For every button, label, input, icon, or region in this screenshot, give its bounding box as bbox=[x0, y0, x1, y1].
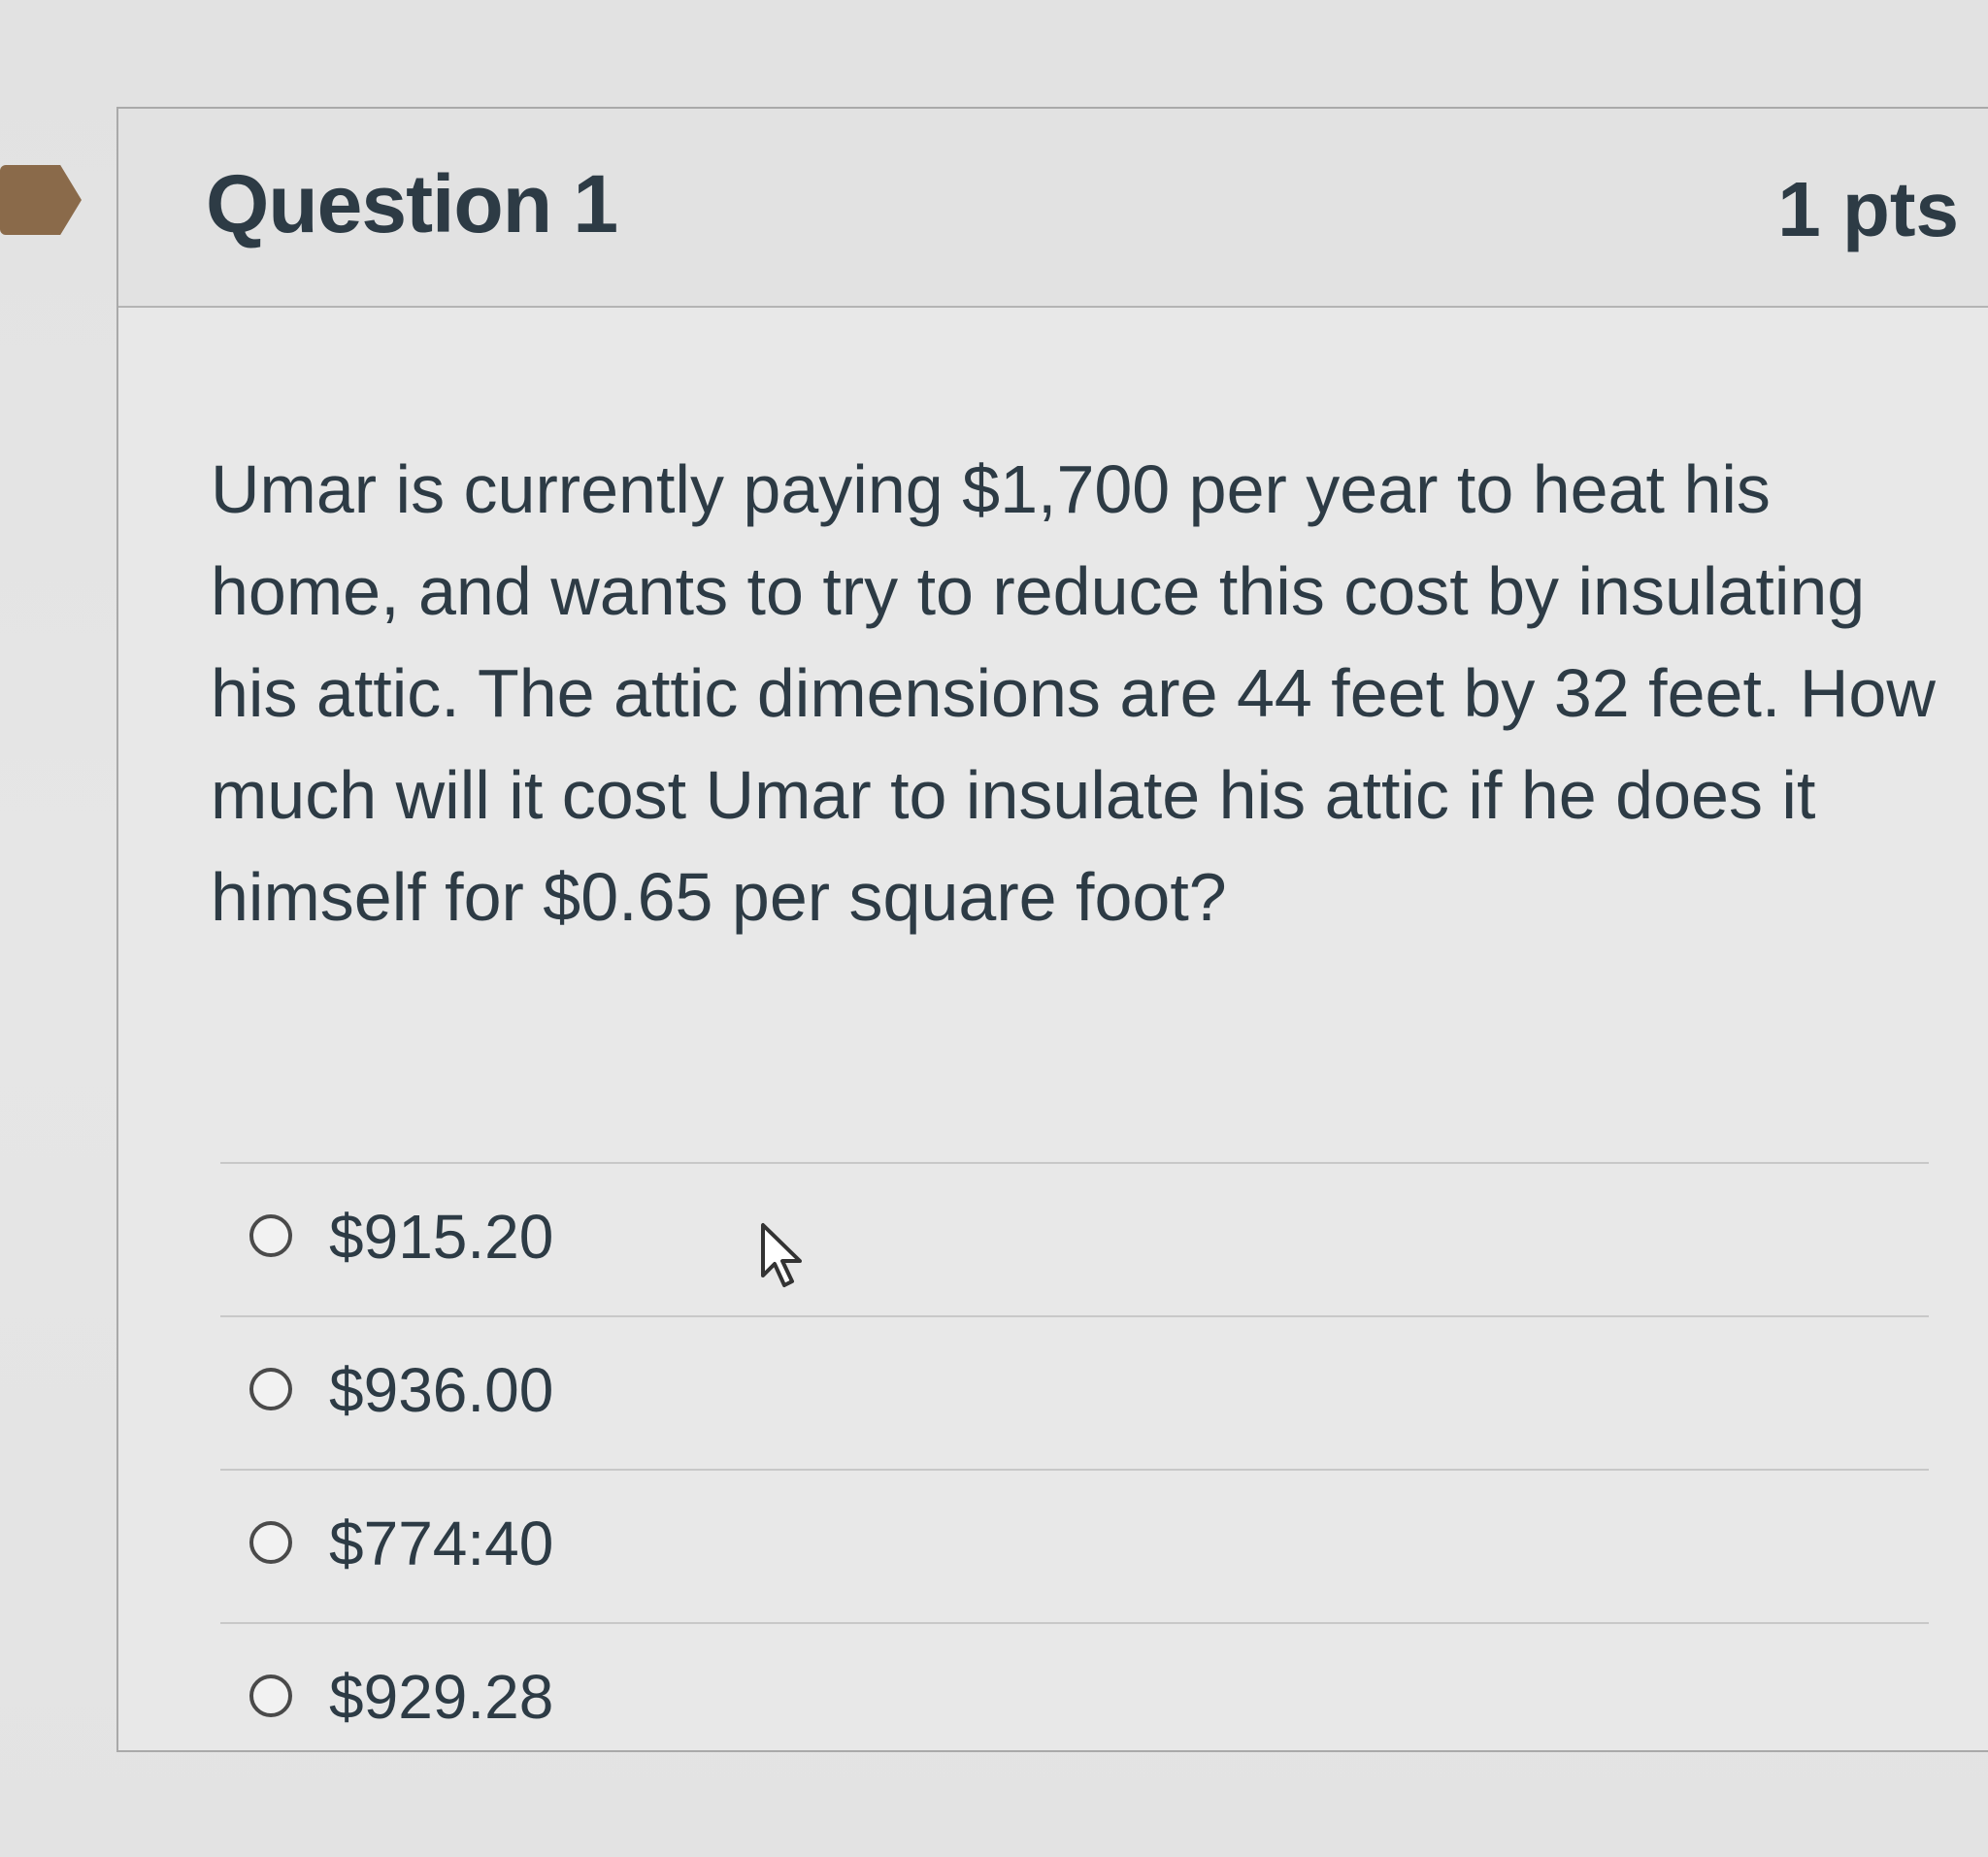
radio-button-icon[interactable] bbox=[249, 1521, 292, 1564]
answer-option[interactable]: $915.20 bbox=[220, 1162, 1929, 1315]
question-points: 1 pts bbox=[1777, 166, 1959, 252]
bookmark-flag-icon[interactable] bbox=[0, 165, 82, 235]
answer-label[interactable]: $774:40 bbox=[329, 1508, 553, 1579]
answer-label[interactable]: $936.00 bbox=[329, 1354, 553, 1426]
answer-option[interactable]: $929.28 bbox=[220, 1622, 1929, 1775]
question-card: Question 1 1 pts Umar is currently payin… bbox=[116, 107, 1988, 1752]
question-text: Umar is currently paying $1,700 per year… bbox=[211, 451, 1936, 935]
answer-label[interactable]: $929.28 bbox=[329, 1661, 553, 1733]
answer-option[interactable]: $774:40 bbox=[220, 1469, 1929, 1622]
question-title: Question 1 bbox=[206, 158, 618, 249]
radio-button-icon[interactable] bbox=[249, 1675, 292, 1717]
answer-list: $915.20 $936.00 $774:40 $929.28 bbox=[220, 1162, 1929, 1775]
answer-label[interactable]: $915.20 bbox=[329, 1201, 553, 1273]
quiz-page: Question 1 1 pts Umar is currently payin… bbox=[0, 0, 1988, 1857]
radio-button-icon[interactable] bbox=[249, 1368, 292, 1410]
answer-option[interactable]: $936.00 bbox=[220, 1315, 1929, 1469]
mouse-pointer-icon bbox=[761, 1223, 802, 1287]
radio-button-icon[interactable] bbox=[249, 1214, 292, 1257]
question-header: Question 1 1 pts bbox=[118, 109, 1988, 308]
